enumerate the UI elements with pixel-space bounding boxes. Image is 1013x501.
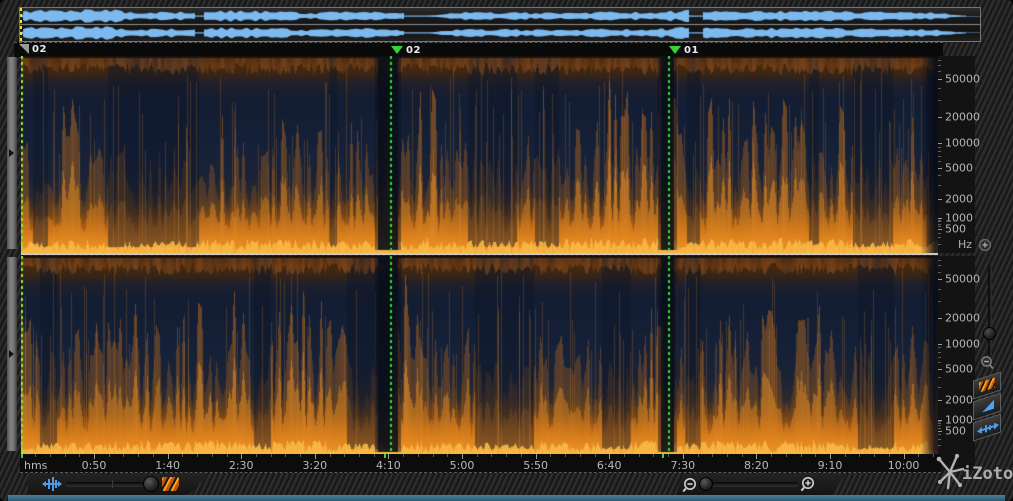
cue-marker-label: 02 [406,45,421,56]
slider-center-notch [112,480,113,488]
frequency-zoom-out-icon[interactable] [979,355,996,372]
region-start-flag-icon[interactable] [19,44,29,54]
time-ruler[interactable]: hms 0:50 1:40 2:30 3:20 4:10 5:00 5:50 6:40 7:30… [20,454,941,473]
fit-arrows-icon [977,422,999,434]
frequency-tick-label: 10000 [945,136,980,150]
time-tick-label: 3:20 [302,459,328,472]
frequency-tick-label: 500 [945,424,966,438]
spectrogram-channel-right[interactable] [21,256,938,455]
frequency-tick-label: 5000 [945,161,973,175]
overview-waveform-canvas[interactable] [20,8,980,41]
cue-marker-icon [669,46,681,54]
time-tick-label: 0:50 [81,459,107,472]
time-tick-label: 4:10 [376,459,401,472]
waveform-triangle-icon [982,400,994,413]
spectrogram-view-icon[interactable] [162,477,179,491]
time-zoom-out-icon[interactable] [682,477,699,493]
frequency-unit-label: Hz [957,238,972,251]
rx-editor-window: 02 02 01 Hz 50000 20000 10000 5000 2000 1000 5… [0,0,1013,501]
time-tick-label: 7:30 [670,459,696,472]
frequency-axis-left[interactable]: Hz 50000 20000 10000 5000 2000 1000 500 [938,56,980,253]
channel-divider[interactable] [21,253,938,255]
triangle-right-icon [9,149,14,157]
frequency-axis-right[interactable]: 50000 20000 10000 5000 2000 1000 500 [938,256,980,470]
channel-handle-right[interactable] [7,257,17,451]
time-tick-label: 8:20 [744,459,769,472]
frequency-tick-label: 10000 [945,337,980,351]
frequency-tick-label: 500 [945,222,966,236]
time-zoom-slider[interactable] [700,482,798,486]
bottom-edge-strip [8,495,1005,501]
overview-selection-start-line [20,8,22,41]
channel-handle-left[interactable] [7,57,17,249]
time-tick-label: 10:00 [887,459,920,472]
time-unit-label: hms [24,459,48,472]
time-tick-label: 1:40 [155,459,180,472]
waveform-view-icon[interactable] [42,477,62,491]
frequency-tick-label: 2000 [945,192,973,206]
cue-marker-label: 01 [684,45,699,56]
frequency-tick-label: 50000 [945,272,980,286]
triangle-right-icon [9,350,14,358]
waveform-overview[interactable] [19,7,981,42]
display-blend-knob[interactable] [142,476,159,492]
time-tick-label: 5:00 [449,459,475,472]
frequency-tick-label: 5000 [945,362,973,376]
spectrogram-icon [979,377,995,393]
region-start-label: 02 [32,44,47,55]
frequency-zoom-knob[interactable] [983,327,996,340]
time-tick-label: 9:10 [817,459,843,472]
frequency-zoom-in-icon[interactable] [978,238,993,253]
time-zoom-in-icon[interactable] [800,476,817,493]
time-zoom-knob[interactable] [698,477,713,491]
frequency-tick-label: 20000 [945,311,980,325]
izotope-logo-text: iZotope [962,464,1013,484]
spectrogram-channel-left[interactable] [21,56,938,253]
frequency-tick-label: 50000 [945,72,980,86]
frequency-tick-label: 2000 [945,393,973,407]
frequency-tick-label: 20000 [945,110,980,124]
cue-marker-icon [391,46,403,54]
time-tick-label: 2:30 [228,459,254,472]
time-tick-label: 6:40 [596,459,622,472]
frequency-zoom-slider[interactable] [988,264,992,356]
time-tick-label: 5:50 [523,459,548,472]
